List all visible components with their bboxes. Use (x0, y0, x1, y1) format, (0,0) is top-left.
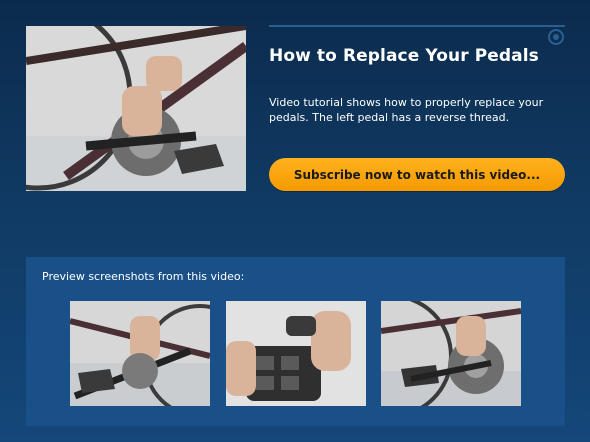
pedal-installed-screenshot (381, 301, 521, 406)
preview-screenshot-2[interactable] (226, 301, 366, 406)
video-description: Video tutorial shows how to properly rep… (269, 96, 544, 124)
header-divider (269, 25, 565, 27)
preview-panel: Preview screenshots from this video: (26, 257, 565, 426)
close-icon[interactable] (548, 29, 564, 45)
bike-pedal-image (26, 26, 246, 191)
subscribe-button-label: Subscribe now to watch this video... (293, 167, 541, 182)
video-thumbnail[interactable] (26, 26, 246, 191)
video-title: How to Replace Your Pedals (269, 46, 539, 66)
preview-screenshot-3[interactable] (381, 301, 521, 406)
preview-screenshot-1[interactable] (70, 301, 210, 406)
pedal-close-up-screenshot (226, 301, 366, 406)
subscribe-button[interactable]: Subscribe now to watch this video... (269, 158, 565, 191)
pedal-wrench-screenshot (70, 301, 210, 406)
preview-label: Preview screenshots from this video: (42, 270, 245, 283)
